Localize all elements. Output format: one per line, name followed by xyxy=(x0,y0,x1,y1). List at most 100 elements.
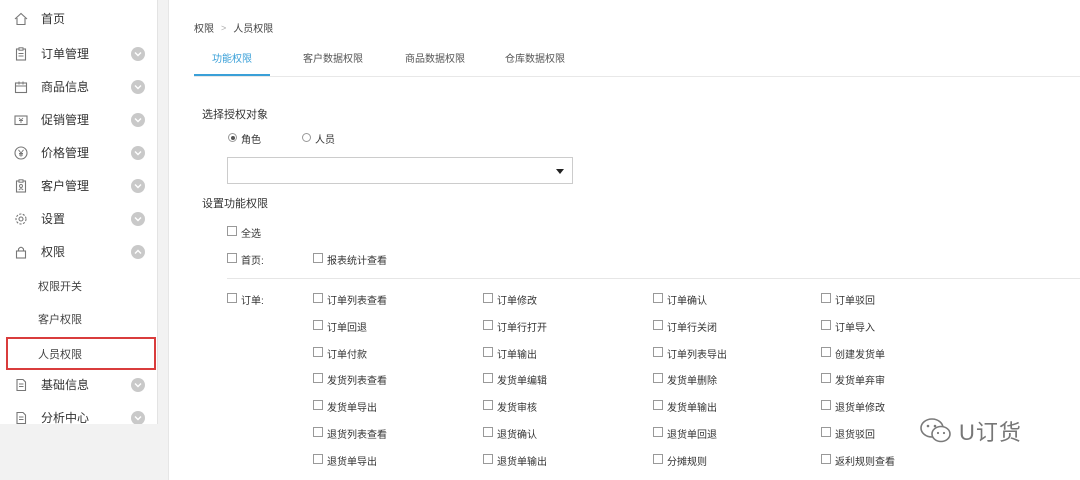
permission-checkbox[interactable] xyxy=(653,320,663,330)
permission-checkbox[interactable] xyxy=(653,427,663,437)
sidebar-item-label: 客户管理 xyxy=(41,179,90,193)
permission-label: 订单输出 xyxy=(497,350,537,361)
chevron-down-icon[interactable] xyxy=(131,410,145,425)
radio-role[interactable] xyxy=(228,133,237,142)
chevron-down-icon[interactable] xyxy=(131,79,145,94)
permission-checkbox[interactable] xyxy=(821,320,831,330)
permission-checkbox[interactable] xyxy=(313,454,323,464)
breadcrumb-separator: > xyxy=(221,22,227,33)
sidebar-subitem-staff-permissions[interactable]: 人员权限 xyxy=(6,337,156,370)
radio-staff[interactable] xyxy=(302,133,311,142)
chevron-down-icon[interactable] xyxy=(131,145,145,160)
permission-label: 发货单编辑 xyxy=(497,376,547,387)
permission-checkbox[interactable] xyxy=(821,454,831,464)
sidebar-item-orders[interactable]: 订单管理 xyxy=(0,37,158,70)
sidebar-item-permissions[interactable]: 权限 xyxy=(0,235,158,268)
radio-role-label: 角色 xyxy=(241,135,261,146)
permission-checkbox[interactable] xyxy=(313,320,323,330)
sidebar-item-label: 权限 xyxy=(41,245,66,259)
sidebar-item-pricing[interactable]: 价格管理 xyxy=(0,136,158,169)
watermark: U订货 xyxy=(919,415,1022,447)
permission-label: 发货单输出 xyxy=(667,403,717,414)
permission-checkbox[interactable] xyxy=(821,293,831,303)
tab-customer-data-permissions[interactable]: 客户数据权限 xyxy=(282,46,384,76)
checkbox-select-all-label: 全选 xyxy=(241,229,261,240)
chevron-down-icon[interactable] xyxy=(131,377,145,392)
tab-product-data-permissions[interactable]: 商品数据权限 xyxy=(390,46,480,76)
permission-checkbox[interactable] xyxy=(483,347,493,357)
permission-label: 发货审核 xyxy=(497,403,537,414)
tab-bar: 功能权限 客户数据权限 商品数据权限 仓库数据权限 xyxy=(194,46,580,76)
chevron-down-icon[interactable] xyxy=(131,112,145,127)
permission-checkbox[interactable] xyxy=(483,320,493,330)
tab-warehouse-data-permissions[interactable]: 仓库数据权限 xyxy=(490,46,580,76)
permission-label: 订单修改 xyxy=(497,296,537,307)
checkbox-order-group-label: 订单: xyxy=(241,296,264,307)
radio-staff-label: 人员 xyxy=(315,135,335,146)
checkbox-select-all[interactable] xyxy=(227,226,237,236)
permission-label: 订单付款 xyxy=(327,350,367,361)
permission-checkbox[interactable] xyxy=(821,427,831,437)
chevron-down-icon[interactable] xyxy=(131,46,145,61)
sidebar-item-label: 价格管理 xyxy=(41,146,90,160)
permission-label: 订单驳回 xyxy=(835,296,875,307)
checkbox-report-view[interactable] xyxy=(313,253,323,263)
sidebar-item-label: 基础信息 xyxy=(41,378,90,392)
sidebar-item-settings[interactable]: 设置 xyxy=(0,202,158,235)
chevron-up-icon[interactable] xyxy=(131,244,145,259)
permission-label: 发货单删除 xyxy=(667,376,717,387)
sidebar-item-customers[interactable]: 客户管理 xyxy=(0,169,158,202)
permission-label: 订单行打开 xyxy=(497,323,547,334)
tab-function-permissions[interactable]: 功能权限 xyxy=(194,46,270,76)
permission-checkbox[interactable] xyxy=(483,454,493,464)
permission-checkbox[interactable] xyxy=(653,347,663,357)
permission-label: 发货单导出 xyxy=(327,403,377,414)
checkbox-order-group[interactable] xyxy=(227,293,237,303)
permission-checkbox[interactable] xyxy=(821,347,831,357)
auth-target-select[interactable] xyxy=(227,157,573,184)
customer-icon xyxy=(13,178,29,194)
permission-checkbox[interactable] xyxy=(313,373,323,383)
permission-checkbox[interactable] xyxy=(313,347,323,357)
permission-checkbox[interactable] xyxy=(821,400,831,410)
permission-checkbox[interactable] xyxy=(653,293,663,303)
sidebar-item-basic-info[interactable]: 基础信息 xyxy=(0,368,158,401)
sidebar-subitem-label: 客户权限 xyxy=(38,314,82,326)
sidebar-subitem-label: 人员权限 xyxy=(38,349,82,361)
permission-label: 订单确认 xyxy=(667,296,707,307)
permission-checkbox[interactable] xyxy=(653,454,663,464)
permission-checkbox[interactable] xyxy=(483,427,493,437)
permission-label: 退货驳回 xyxy=(835,430,875,441)
sidebar-item-label: 商品信息 xyxy=(41,80,90,94)
permission-checkbox[interactable] xyxy=(483,373,493,383)
lock-icon xyxy=(13,244,29,260)
permission-label: 订单列表查看 xyxy=(327,296,387,307)
sidebar-item-products[interactable]: 商品信息 xyxy=(0,70,158,103)
permission-checkbox[interactable] xyxy=(313,400,323,410)
sidebar-subitem-permission-switch[interactable]: 权限开关 xyxy=(0,269,158,302)
chevron-down-icon[interactable] xyxy=(131,178,145,193)
permission-checkbox[interactable] xyxy=(821,373,831,383)
permission-checkbox[interactable] xyxy=(313,293,323,303)
yen-icon xyxy=(13,145,29,161)
permissions-title: 设置功能权限 xyxy=(202,198,268,210)
box-icon xyxy=(13,79,29,95)
sidebar-item-home[interactable]: 首页 xyxy=(0,2,158,35)
sidebar-subitem-customer-permissions[interactable]: 客户权限 xyxy=(0,302,158,335)
checkbox-homepage[interactable] xyxy=(227,253,237,263)
chevron-down-icon[interactable] xyxy=(131,211,145,226)
permission-checkbox[interactable] xyxy=(653,373,663,383)
checkbox-report-view-label: 报表统计查看 xyxy=(327,256,387,267)
breadcrumb-parent[interactable]: 权限 xyxy=(194,20,214,35)
permission-label: 分摊规则 xyxy=(667,457,707,468)
breadcrumb: 权限 > 人员权限 xyxy=(194,20,273,36)
permission-label: 发货列表查看 xyxy=(327,376,387,387)
permission-checkbox[interactable] xyxy=(483,293,493,303)
sidebar-item-label: 设置 xyxy=(41,212,66,226)
permission-checkbox[interactable] xyxy=(313,427,323,437)
sidebar-item-promotions[interactable]: 促销管理 xyxy=(0,103,158,136)
permission-checkbox[interactable] xyxy=(653,400,663,410)
permission-checkbox[interactable] xyxy=(483,400,493,410)
dropdown-arrow-icon xyxy=(556,169,564,174)
sidebar-footer-space xyxy=(0,424,158,480)
